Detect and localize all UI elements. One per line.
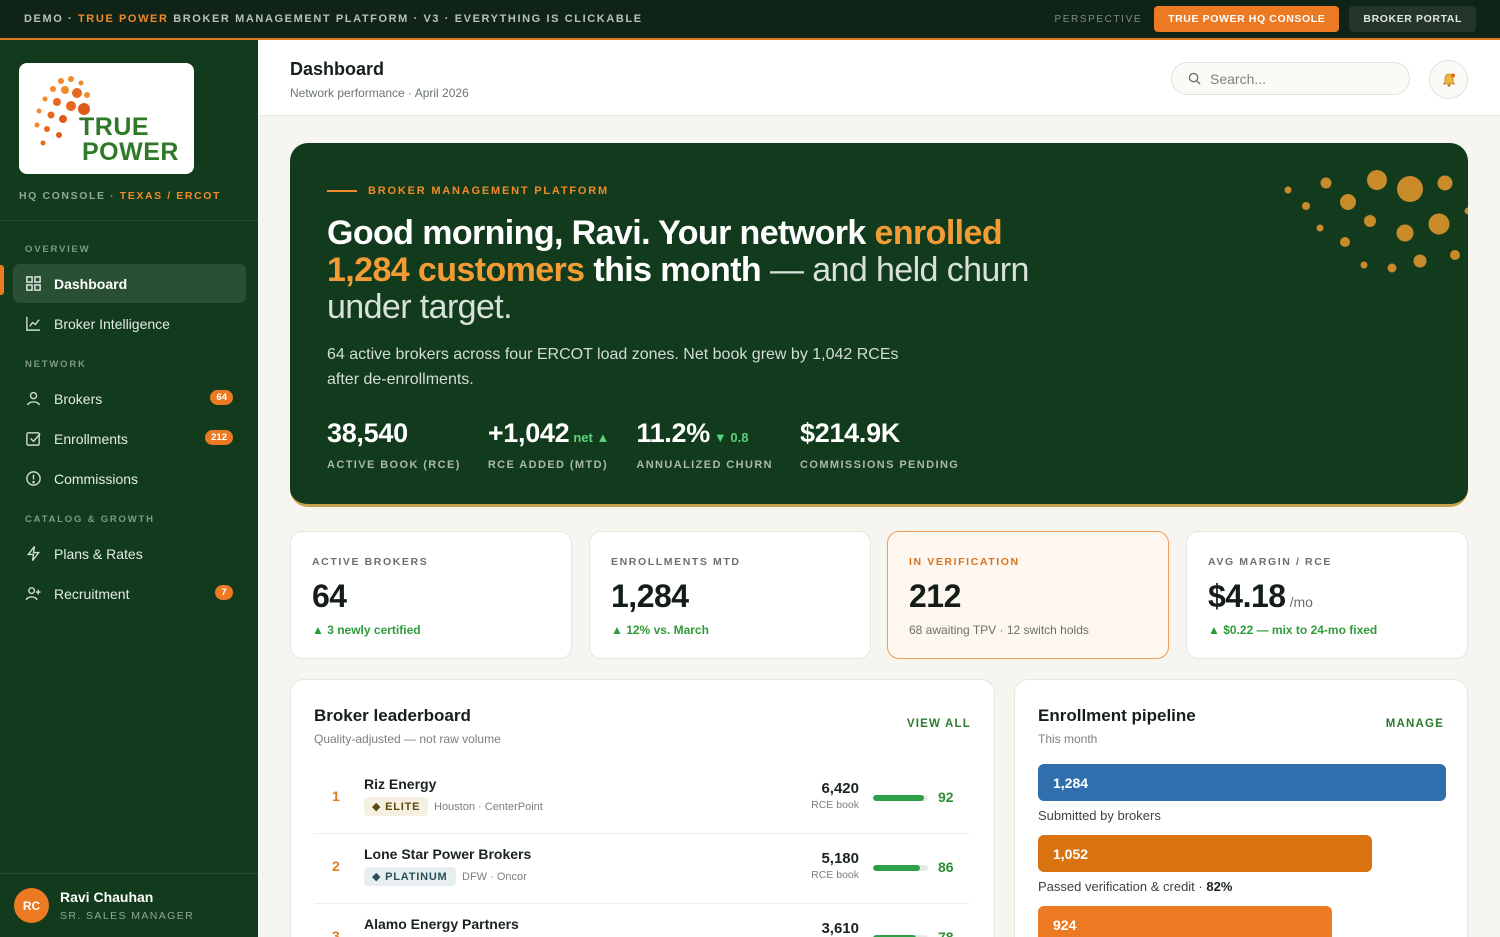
decorative-dots-icon bbox=[1284, 170, 1468, 273]
sidebar-item-label: Brokers bbox=[54, 390, 103, 407]
page-subtitle: Network performance · April 2026 bbox=[290, 86, 469, 100]
console-region-label: HQ CONSOLE · TEXAS / ERCOT bbox=[19, 190, 222, 202]
sidebar-item-label: Broker Intelligence bbox=[54, 315, 170, 332]
score-bar bbox=[873, 865, 928, 871]
broker-location: Houston · CenterPoint bbox=[434, 801, 543, 813]
enrollment-pipeline-panel: Enrollment pipeline This month MANAGE 1,… bbox=[1014, 679, 1468, 937]
user-profile[interactable]: RC Ravi Chauhan SR. SALES MANAGER bbox=[0, 873, 258, 937]
hero-stat: +1,042 net ▲ RCE ADDED (MTD) bbox=[487, 418, 610, 471]
sidebar-item-label: Dashboard bbox=[54, 275, 128, 292]
bell-icon bbox=[1442, 73, 1455, 87]
sidebar-item-enrollments[interactable]: Enrollments 212 bbox=[13, 419, 246, 458]
broker-portal-button[interactable]: BROKER PORTAL bbox=[1349, 6, 1476, 32]
pipeline-subtitle: This month bbox=[1038, 732, 1098, 746]
section-catalog: CATALOG & GROWTH bbox=[25, 514, 155, 525]
page-header: Dashboard Network performance · April 20… bbox=[258, 40, 1500, 116]
search-icon bbox=[1188, 72, 1201, 85]
enrollments-count-badge: 212 bbox=[205, 430, 233, 445]
recruitment-count-badge: 7 bbox=[215, 585, 233, 600]
hero-stat: 38,540 ACTIVE BOOK (RCE) bbox=[327, 418, 461, 471]
table-row[interactable]: 2 Lone Star Power Brokers ◆ PLATINUM DFW… bbox=[314, 834, 969, 904]
broker-location: DFW · Oncor bbox=[462, 871, 527, 883]
avatar: RC bbox=[14, 888, 49, 923]
sidebar-item-label: Enrollments bbox=[54, 430, 128, 447]
info-circle-icon bbox=[26, 471, 41, 486]
search-input[interactable] bbox=[1210, 70, 1390, 87]
tier-badge: ◆ PLATINUM bbox=[364, 867, 456, 886]
hero-stat: 11.2% ▼ 0.8 ANNUALIZED CHURN bbox=[636, 418, 774, 471]
quality-score: 86 bbox=[938, 859, 954, 875]
user-role: SR. SALES MANAGER bbox=[60, 910, 195, 922]
broker-leaderboard-panel: Broker leaderboard Quality-adjusted — no… bbox=[290, 679, 995, 937]
active-indicator bbox=[0, 265, 4, 295]
pipeline-stage-submitted[interactable]: 1,284 bbox=[1038, 764, 1446, 801]
bolt-icon bbox=[26, 545, 41, 562]
sidebar: TRUE POWER HQ CONSOLE · TEXAS / ERCOT OV… bbox=[0, 40, 258, 937]
pipeline-title: Enrollment pipeline bbox=[1038, 706, 1196, 725]
quality-score: 78 bbox=[938, 929, 954, 937]
checkbox-icon bbox=[26, 432, 41, 446]
logo-line1: TRUE bbox=[79, 113, 150, 141]
leaderboard-title: Broker leaderboard bbox=[314, 706, 471, 725]
hero-stats: 38,540 ACTIVE BOOK (RCE) +1,042 net ▲ RCE… bbox=[327, 418, 986, 471]
view-all-link[interactable]: VIEW ALL bbox=[907, 718, 971, 730]
tier-badge: ◆ ELITE bbox=[364, 797, 429, 816]
manage-link[interactable]: MANAGE bbox=[1386, 718, 1444, 730]
kpi-avg-margin[interactable]: AVG MARGIN / RCE $4.18/mo ▲ $0.22 — mix … bbox=[1186, 531, 1468, 659]
demo-banner-text: DEMO · TRUE POWER BROKER MANAGEMENT PLAT… bbox=[24, 13, 643, 25]
person-icon bbox=[27, 391, 40, 406]
pipeline-stage-active[interactable]: 924 bbox=[1038, 906, 1332, 937]
hero-stat: $214.9K COMMISSIONS PENDING bbox=[800, 418, 960, 471]
perspective-label: PERSPECTIVE bbox=[1054, 13, 1143, 25]
brokers-count-badge: 64 bbox=[210, 390, 233, 405]
leaderboard-subtitle: Quality-adjusted — not raw volume bbox=[314, 732, 501, 746]
user-name: Ravi Chauhan bbox=[60, 889, 154, 905]
sidebar-divider bbox=[0, 220, 258, 221]
pipeline-stage-verified[interactable]: 1,052 bbox=[1038, 835, 1372, 872]
sidebar-item-label: Recruitment bbox=[54, 585, 130, 602]
true-power-logo[interactable]: TRUE POWER bbox=[19, 63, 194, 174]
page-title: Dashboard bbox=[290, 59, 385, 79]
sidebar-item-commissions[interactable]: Commissions bbox=[13, 459, 246, 498]
notifications-button[interactable] bbox=[1429, 60, 1468, 99]
table-row[interactable]: 1 Riz Energy ◆ ELITE Houston · CenterPoi… bbox=[314, 764, 969, 834]
score-bar bbox=[873, 795, 928, 801]
hero-kicker: BROKER MANAGEMENT PLATFORM bbox=[327, 185, 609, 197]
pipeline-stage-label: Passed verification & credit · 82% bbox=[1038, 879, 1233, 894]
sidebar-item-plans-rates[interactable]: Plans & Rates bbox=[13, 534, 246, 573]
demo-bar: DEMO · TRUE POWER BROKER MANAGEMENT PLAT… bbox=[0, 0, 1500, 40]
search-box[interactable] bbox=[1171, 62, 1410, 95]
person-plus-icon bbox=[25, 587, 41, 601]
section-overview: OVERVIEW bbox=[25, 244, 91, 255]
section-network: NETWORK bbox=[25, 359, 87, 370]
kpi-active-brokers[interactable]: ACTIVE BROKERS 64 ▲ 3 newly certified bbox=[290, 531, 572, 659]
grid-icon bbox=[26, 276, 41, 291]
sidebar-item-broker-intelligence[interactable]: Broker Intelligence bbox=[13, 304, 246, 343]
hero-description: 64 active brokers across four ERCOT load… bbox=[327, 346, 899, 388]
quality-score: 92 bbox=[938, 789, 954, 805]
hq-console-button[interactable]: TRUE POWER HQ CONSOLE bbox=[1154, 6, 1340, 32]
logo-line2: POWER bbox=[82, 138, 179, 166]
kpi-in-verification[interactable]: IN VERIFICATION 212 68 awaiting TPV · 12… bbox=[887, 531, 1169, 659]
broker-name[interactable]: Lone Star Power Brokers bbox=[364, 846, 531, 862]
hero-banner: BROKER MANAGEMENT PLATFORM Good morning,… bbox=[290, 143, 1468, 507]
broker-name[interactable]: Alamo Energy Partners bbox=[364, 916, 519, 932]
table-row[interactable]: 3 Alamo Energy Partners 3,610 78 bbox=[314, 904, 969, 937]
kpi-enrollments-mtd[interactable]: ENROLLMENTS MTD 1,284 ▲ 12% vs. March bbox=[589, 531, 871, 659]
sidebar-item-label: Commissions bbox=[54, 470, 139, 487]
hero-headline: Good morning, Ravi. Your network enrolle… bbox=[327, 214, 1029, 326]
pipeline-stage-label: Submitted by brokers bbox=[1038, 808, 1161, 823]
broker-name[interactable]: Riz Energy bbox=[364, 776, 436, 792]
line-chart-icon bbox=[26, 316, 41, 331]
sidebar-item-dashboard[interactable]: Dashboard bbox=[13, 264, 246, 303]
sidebar-item-recruitment[interactable]: Recruitment 7 bbox=[13, 574, 246, 613]
sidebar-item-brokers[interactable]: Brokers 64 bbox=[13, 379, 246, 418]
sidebar-item-label: Plans & Rates bbox=[54, 545, 143, 562]
